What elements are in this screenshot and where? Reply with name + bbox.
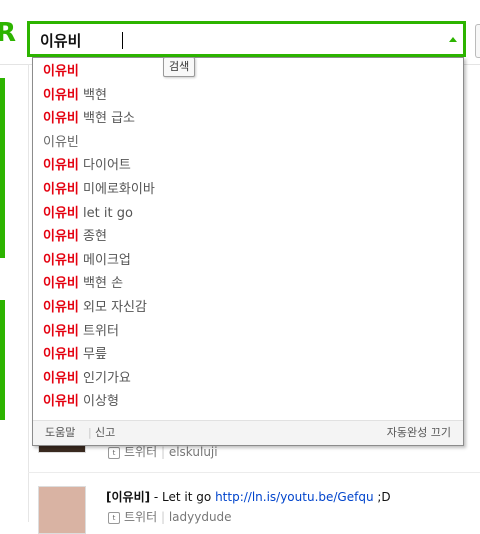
suggestion-item[interactable]: 이유비 외모 자신감 — [33, 296, 463, 320]
suggestion-item[interactable]: 이유비 백현 손 — [33, 272, 463, 296]
search-input[interactable] — [40, 29, 430, 51]
suggestion-item[interactable]: 이유비 다이어트 — [33, 154, 463, 178]
suggestion-rest: 종현 — [78, 229, 107, 245]
suggestion-item[interactable]: 이유비 let it go — [33, 202, 463, 226]
suggestion-rest: 외모 자신감 — [78, 299, 147, 315]
suggestion-item[interactable]: 이유비 백현 — [33, 84, 463, 108]
suggestion-item[interactable]: 이유비 메이크업 — [33, 249, 463, 273]
suggestion-rest: 미에로화이바 — [78, 181, 155, 197]
suggestion-item[interactable]: 이유비 인기가요 — [33, 367, 463, 391]
suggestion-match: 이유비 — [43, 323, 79, 339]
feed-meta: t 트위터 | ladyydude — [108, 508, 232, 525]
suggestion-match: 이유비 — [43, 252, 79, 268]
suggestion-rest: 백현 손 — [78, 276, 124, 292]
autocomplete-footer: 도움말 | 신고 자동완성 끄기 — [33, 420, 463, 445]
search-tooltip: 검색 — [163, 57, 196, 77]
suggestion-item[interactable]: 이유비 이상형 — [33, 390, 463, 414]
report-link[interactable]: 신고 — [95, 421, 115, 445]
suggestion-item[interactable]: 이유비 종현 — [33, 225, 463, 249]
logo[interactable]: R — [0, 20, 16, 46]
suggestion-match: 이유비 — [43, 299, 79, 315]
suggestion-item[interactable]: 이유비 — [33, 60, 463, 84]
suggestion-rest: 백현 — [78, 87, 107, 103]
search-side-button[interactable] — [475, 24, 480, 58]
suggestion-rest: 인기가요 — [78, 370, 131, 386]
meta-separator: | — [160, 445, 165, 459]
suggestion-match: 이유비 — [43, 276, 79, 292]
twitter-icon: t — [108, 446, 120, 459]
feed-thumbnail[interactable] — [38, 486, 86, 534]
turn-off-autocomplete-link[interactable]: 자동완성 끄기 — [387, 421, 451, 445]
suggestion-rest: let it go — [78, 205, 133, 221]
suggestion-match: 이유비 — [43, 394, 79, 410]
suggestion-rest: 메이크업 — [78, 252, 131, 268]
suggestion-item[interactable]: 이유빈 — [33, 131, 463, 155]
autocomplete-toggle-icon[interactable] — [449, 37, 457, 42]
suggestion-item[interactable]: 이유비 무릎 — [33, 343, 463, 367]
suggestion-rest: 트위터 — [78, 323, 119, 339]
suggestion-match: 이유비 — [43, 64, 79, 79]
suggestion-list: 이유비 이유비 백현 이유비 백현 급소 이유빈 이유비 다이어트 이유비 미에로화이바 이… — [33, 60, 463, 414]
suggestion-match: 이유비 — [43, 347, 79, 363]
footer-separator: | — [88, 426, 92, 439]
suggestion-match: 이유비 — [43, 111, 79, 127]
suggestion-rest: 다이어트 — [78, 158, 131, 174]
feed-user[interactable]: elskuluji — [169, 445, 218, 459]
feed-link[interactable]: http://ln.is/youtu.be/Gefqu — [215, 490, 374, 504]
autocomplete-dropdown: 이유비 이유비 백현 이유비 백현 급소 이유빈 이유비 다이어트 이유비 미에로화이바 이… — [32, 57, 464, 446]
feed-tag[interactable]: [이유비] — [106, 490, 150, 504]
help-link[interactable]: 도움말 — [45, 421, 75, 445]
left-accent-bar — [0, 300, 5, 420]
feed-body: - Let it go — [150, 490, 216, 504]
suggestion-match: 이유비 — [43, 87, 79, 103]
search-box[interactable] — [27, 21, 466, 57]
content-divider — [28, 64, 29, 522]
suggestion-item[interactable]: 이유비 미에로화이바 — [33, 178, 463, 202]
suggestion-match: 이유비 — [43, 229, 79, 245]
feed-suffix: ;D — [373, 490, 391, 504]
suggestion-item[interactable]: 이유비 트위터 — [33, 320, 463, 344]
suggestion-rest: 백현 급소 — [78, 111, 135, 127]
feed-source[interactable]: 트위터 — [124, 445, 157, 459]
top-bar: R — [0, 0, 480, 65]
suggestion-match: 이유비 — [43, 370, 79, 386]
left-accent-bar — [0, 78, 5, 258]
text-cursor — [122, 32, 123, 49]
suggestion-match: 이유비 — [43, 181, 79, 197]
feed-text: [이유비] - Let it go http://ln.is/youtu.be/… — [106, 488, 391, 505]
feed-divider — [28, 472, 480, 473]
suggestion-rest: 무릎 — [78, 347, 107, 363]
suggestion-rest: 이상형 — [78, 394, 119, 410]
suggestion-match: 이유비 — [43, 158, 79, 174]
suggestion-item[interactable]: 이유비 백현 급소 — [33, 107, 463, 131]
suggestion-rest: 이유빈 — [43, 134, 79, 150]
suggestion-match: 이유비 — [43, 205, 79, 221]
